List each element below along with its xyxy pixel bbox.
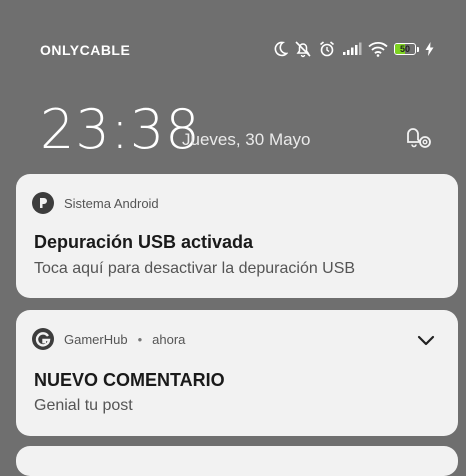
lockscreen-date: Jueves, 30 Mayo xyxy=(182,130,311,149)
wifi-icon xyxy=(368,41,388,57)
status-bar: ONLYCABLE 50 xyxy=(0,0,466,100)
android-system-icon xyxy=(32,192,54,214)
notification-app-name: GamerHub xyxy=(64,331,128,347)
battery-level: 50 xyxy=(399,44,410,54)
alarm-icon xyxy=(318,40,336,58)
notification-text: Genial tu post xyxy=(34,397,133,414)
notification-title: Depuración USB activada xyxy=(34,232,254,252)
charging-bolt-icon xyxy=(425,42,434,56)
chevron-down-icon xyxy=(416,335,436,352)
notification-card-next[interactable] xyxy=(16,446,458,476)
header-separator: • xyxy=(137,331,143,347)
notification-text: Toca aquí para desactivar la depuración … xyxy=(34,260,356,277)
moon-icon xyxy=(272,41,288,57)
notification-app-name: Sistema Android xyxy=(64,195,159,211)
carrier-name: ONLYCABLE xyxy=(40,42,131,58)
notification-header: GamerHub • ahora xyxy=(32,328,185,350)
notification-settings-icon xyxy=(402,128,434,156)
notification-header: Sistema Android xyxy=(32,192,159,214)
notification-title: NUEVO COMENTARIO xyxy=(34,370,225,390)
notification-time: ahora xyxy=(152,331,186,347)
notification-card-gamerhub[interactable]: GamerHub • ahora NUEVO COMENTARIO Genial… xyxy=(16,310,458,436)
gamerhub-icon xyxy=(32,328,54,350)
signal-icon xyxy=(342,42,362,56)
muted-bell-icon xyxy=(294,40,312,58)
notification-settings-button[interactable] xyxy=(402,120,434,152)
expand-notification-button[interactable] xyxy=(416,334,436,348)
battery-icon: 50 xyxy=(394,43,419,55)
lockscreen-clock: 23:38 xyxy=(40,98,201,161)
notification-card-android-system[interactable]: Sistema Android Depuración USB activada … xyxy=(16,174,458,298)
status-icons: 50 xyxy=(272,38,434,60)
